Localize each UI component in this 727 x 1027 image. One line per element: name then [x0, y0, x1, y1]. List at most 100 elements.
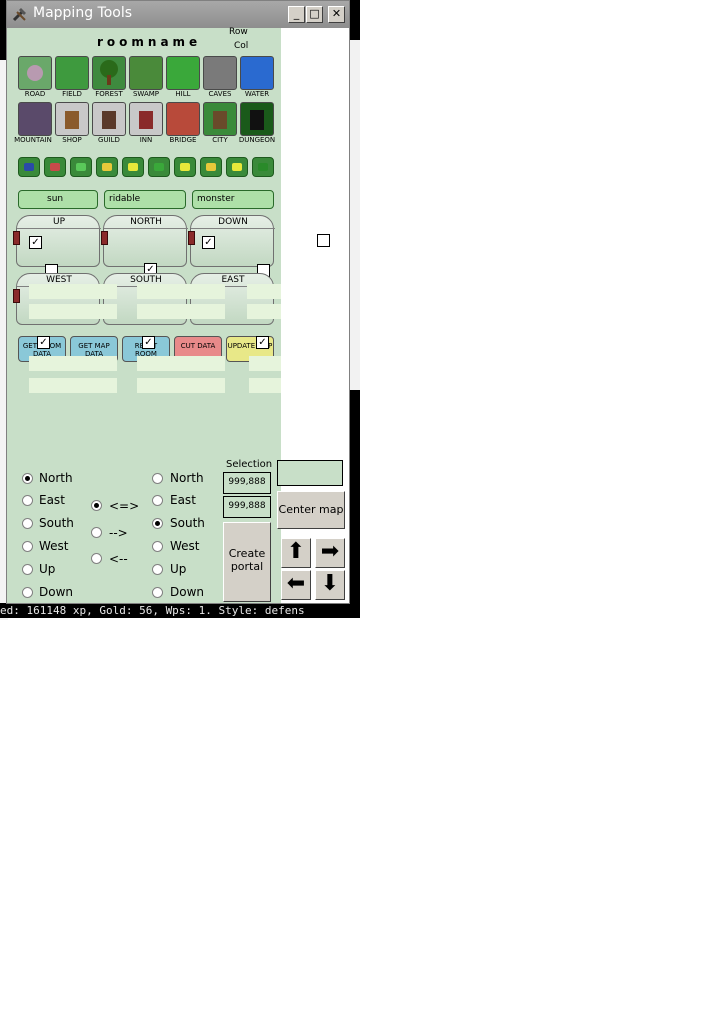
hill-label: HILL [175, 90, 191, 98]
center-map-button[interactable]: Center map [277, 491, 345, 529]
swamp-tile[interactable] [129, 56, 163, 90]
checkbox-d[interactable]: ✓ [142, 336, 155, 349]
ridable-toggle[interactable]: ridable [104, 190, 186, 209]
exit-up-checkbox[interactable]: ✓ [29, 236, 42, 249]
exit-down-label: DOWN [218, 217, 248, 227]
arrow-up-button[interactable]: ⬆ [281, 538, 311, 568]
bridge-tile[interactable] [166, 102, 200, 136]
caves-label: CAVES [208, 90, 232, 98]
map-marker-icon-2[interactable] [44, 157, 66, 177]
water-tile[interactable] [240, 56, 274, 90]
field-2[interactable] [137, 284, 225, 299]
hill-tile[interactable] [166, 56, 200, 90]
city-tile[interactable] [203, 102, 237, 136]
door-up-icon[interactable] [13, 231, 20, 245]
from-west-radio[interactable] [22, 541, 33, 552]
extra-checkbox[interactable] [317, 234, 330, 247]
to-up-radio[interactable] [152, 564, 163, 575]
ridable-label: ridable [109, 194, 141, 204]
caves-tile[interactable] [203, 56, 237, 90]
field-3[interactable] [247, 284, 281, 299]
sun-toggle[interactable]: sun [18, 190, 98, 209]
link-both-label: <=> [109, 499, 140, 513]
shop-tile[interactable] [55, 102, 89, 136]
inn-tile[interactable] [129, 102, 163, 136]
field-8[interactable] [137, 356, 225, 371]
from-up-label: Up [39, 562, 56, 576]
from-south-radio[interactable] [22, 518, 33, 529]
map-marker-icon-5[interactable] [122, 157, 144, 177]
from-down-radio[interactable] [22, 587, 33, 598]
to-down-radio[interactable] [152, 587, 163, 598]
to-north-radio[interactable] [152, 473, 163, 484]
map-marker-icon-6[interactable] [148, 157, 170, 177]
field-tile[interactable] [55, 56, 89, 90]
mapping-tools-window: Mapping Tools _ □ ✕ roomname Row Col ROA… [6, 0, 350, 604]
field-10[interactable] [29, 378, 117, 393]
bridge-label: BRIDGE [169, 136, 197, 144]
client-area: roomname Row Col ROAD FIELD FOREST SWAMP… [7, 27, 349, 603]
city-label: CITY [212, 136, 228, 144]
road-tile[interactable] [18, 56, 52, 90]
map-marker-icon-3[interactable] [70, 157, 92, 177]
minimize-button[interactable]: _ [288, 6, 305, 23]
field-6[interactable] [247, 304, 281, 319]
field-9[interactable] [249, 356, 281, 371]
door-down-icon[interactable] [188, 231, 195, 245]
to-west-radio[interactable] [152, 541, 163, 552]
link-forward-radio[interactable] [91, 527, 102, 538]
checkbox-c[interactable]: ✓ [37, 336, 50, 349]
map-marker-icon-7[interactable] [174, 157, 196, 177]
map-marker-icon-10[interactable] [252, 157, 274, 177]
from-north-radio[interactable] [22, 473, 33, 484]
link-back-label: <-- [109, 552, 128, 566]
map-marker-icon-9[interactable] [226, 157, 248, 177]
arrow-right-button[interactable]: ➡ [315, 538, 345, 568]
guild-tile[interactable] [92, 102, 126, 136]
link-back-radio[interactable] [91, 553, 102, 564]
forest-tile[interactable] [92, 56, 126, 90]
arrow-down-button[interactable]: ⬇ [315, 570, 345, 600]
from-east-label: East [39, 493, 65, 507]
guild-label: GUILD [98, 136, 120, 144]
to-south-radio[interactable] [152, 518, 163, 529]
arrow-left-button[interactable]: ⬅ [281, 570, 311, 600]
door-north-icon[interactable] [101, 231, 108, 245]
inn-label: INN [139, 136, 153, 144]
field-4[interactable] [29, 304, 117, 319]
field-12[interactable] [249, 378, 281, 393]
map-marker-icon-4[interactable] [96, 157, 118, 177]
from-up-radio[interactable] [22, 564, 33, 575]
from-down-label: Down [39, 585, 74, 599]
row-label: Row [229, 27, 248, 37]
to-west-label: West [170, 539, 200, 553]
from-south-label: South [39, 516, 74, 530]
checkbox-e[interactable]: ✓ [256, 336, 269, 349]
field-5[interactable] [137, 304, 225, 319]
tool-panel: roomname Row Col ROAD FIELD FOREST SWAMP… [7, 27, 281, 603]
map-marker-icon-8[interactable] [200, 157, 222, 177]
create-portal-button[interactable]: Create portal [223, 522, 271, 602]
monster-toggle[interactable]: monster [192, 190, 274, 209]
door-west-icon[interactable] [13, 289, 20, 303]
selection-value-1[interactable]: 999,888 [223, 472, 271, 494]
title-bar[interactable]: Mapping Tools _ □ ✕ [7, 1, 349, 28]
link-forward-label: --> [109, 526, 128, 540]
exit-down-checkbox[interactable]: ✓ [202, 236, 215, 249]
close-button[interactable]: ✕ [328, 6, 345, 23]
field-7[interactable] [29, 356, 117, 371]
field-11[interactable] [137, 378, 225, 393]
field-1[interactable] [29, 284, 117, 299]
from-east-radio[interactable] [22, 495, 33, 506]
link-both-radio[interactable] [91, 500, 102, 511]
exit-north[interactable]: NORTH [103, 215, 188, 267]
map-marker-icon-1[interactable] [18, 157, 40, 177]
create-portal-label-2: portal [230, 560, 264, 573]
dungeon-tile[interactable] [240, 102, 274, 136]
forest-label: FOREST [95, 90, 123, 98]
to-east-radio[interactable] [152, 495, 163, 506]
selection-value-2[interactable]: 999,888 [223, 496, 271, 518]
maximize-button[interactable]: □ [306, 6, 323, 23]
to-east-label: East [170, 493, 196, 507]
mountain-tile[interactable] [18, 102, 52, 136]
